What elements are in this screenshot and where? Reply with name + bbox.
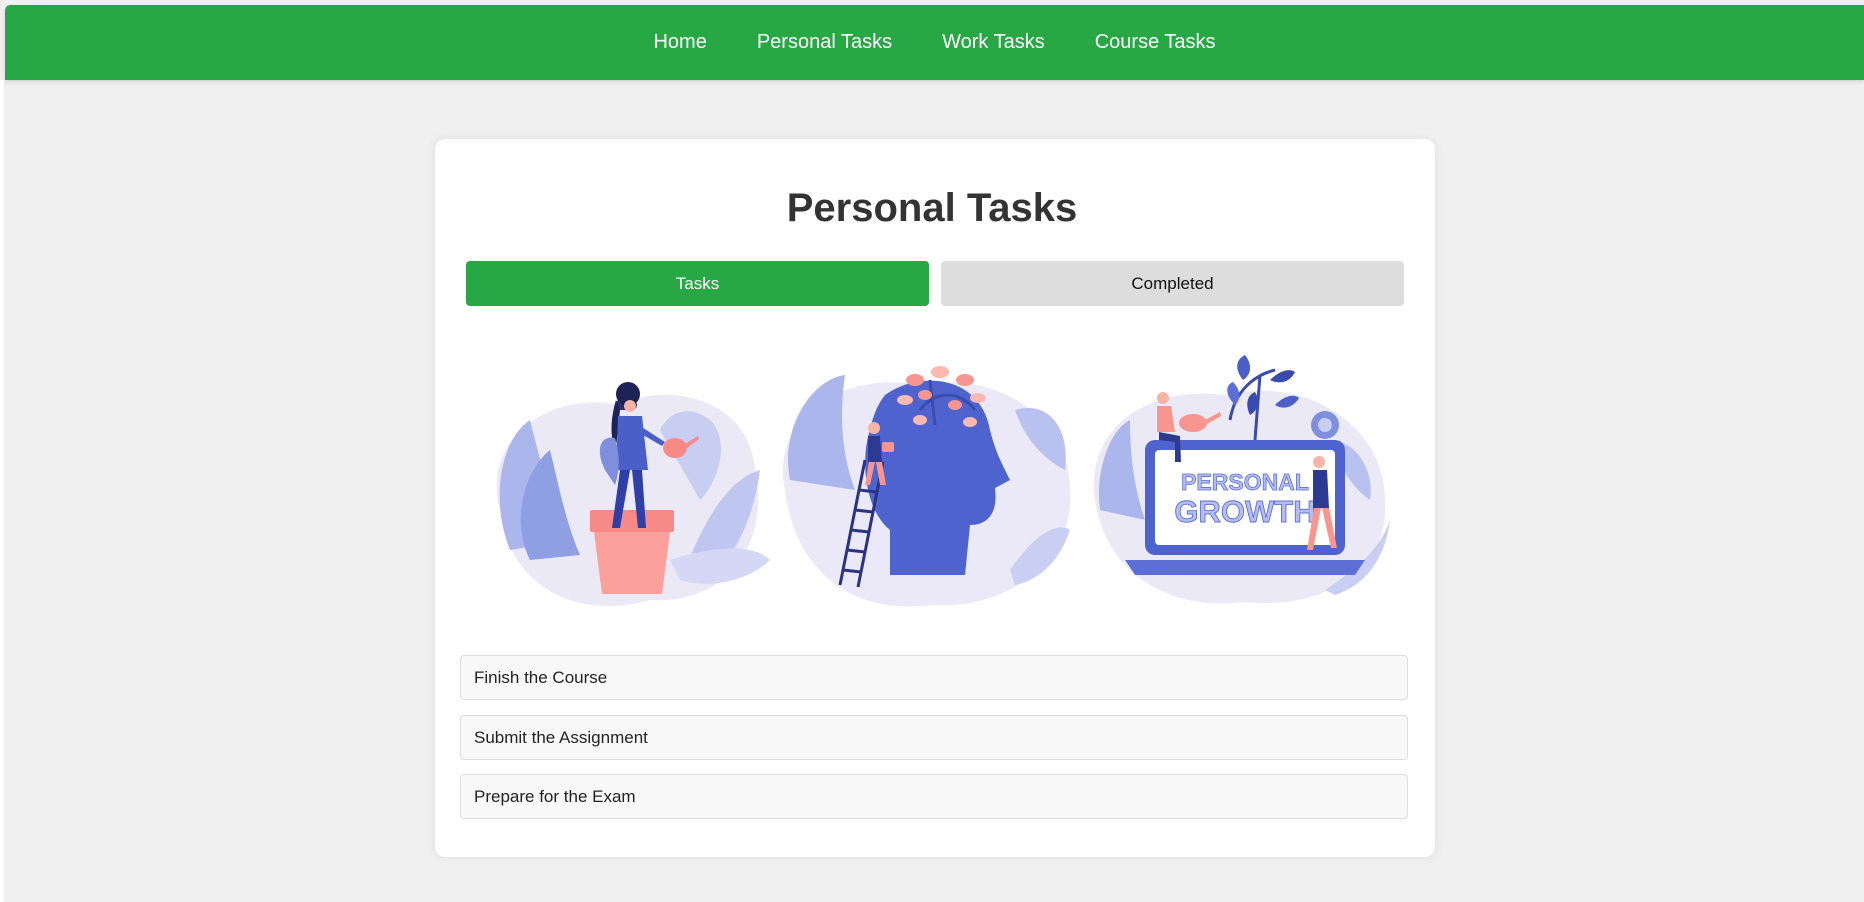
nav-links: Home Personal Tasks Work Tasks Course Ta…: [5, 5, 1864, 80]
tab-completed[interactable]: Completed: [941, 261, 1404, 306]
nav-link-course-tasks[interactable]: Course Tasks: [1095, 31, 1216, 54]
task-item-prepare-exam[interactable]: Prepare for the Exam: [460, 774, 1408, 819]
page-title: Personal Tasks: [786, 186, 1078, 230]
illustration-svg-1: [496, 382, 770, 606]
task-item-finish-course[interactable]: Finish the Course: [460, 655, 1408, 700]
nav-link-work-tasks[interactable]: Work Tasks: [942, 31, 1045, 54]
top-navbar: Home Personal Tasks Work Tasks Course Ta…: [5, 5, 1864, 80]
task-item-submit-assignment[interactable]: Submit the Assignment: [460, 715, 1408, 760]
head-growing-tree-icon: [770, 350, 1080, 620]
nav-link-personal-tasks[interactable]: Personal Tasks: [757, 31, 892, 54]
personal-growth-laptop-icon: PERSONAL GROWTH: [1085, 350, 1395, 620]
woman-watering-plant-icon: [470, 350, 780, 620]
personal-text: PERSONAL: [1181, 469, 1309, 495]
tab-tasks[interactable]: Tasks: [466, 261, 929, 306]
illustration-svg-3: PERSONAL GROWTH: [1093, 355, 1390, 604]
nav-link-home[interactable]: Home: [653, 31, 706, 54]
illustration-svg-2: [782, 366, 1071, 607]
growth-text: GROWTH: [1174, 494, 1315, 529]
